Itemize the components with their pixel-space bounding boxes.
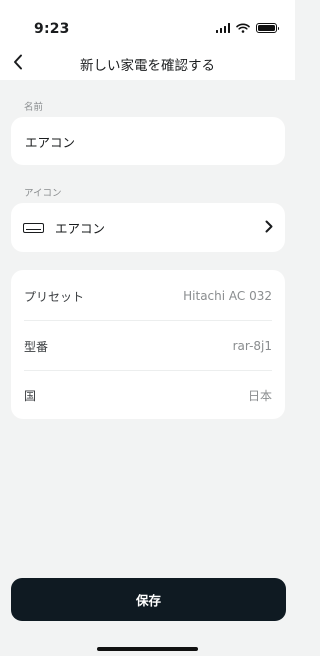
chevron-right-icon xyxy=(265,220,273,233)
detail-key: プリセット xyxy=(24,289,85,304)
detail-value: Hitachi AC 032 xyxy=(183,289,272,303)
name-value: エアコン xyxy=(25,134,76,150)
status-time: 9:23 xyxy=(34,21,70,37)
detail-key: 国 xyxy=(24,388,37,403)
air-conditioner-icon xyxy=(23,222,44,233)
battery-icon xyxy=(256,23,279,33)
detail-key: 型番 xyxy=(24,339,49,354)
detail-row-model: 型番 rar-8j1 xyxy=(24,321,272,371)
details-card: プリセット Hitachi AC 032 型番 rar-8j1 国 日本 xyxy=(11,270,285,419)
detail-row-preset: プリセット Hitachi AC 032 xyxy=(24,271,272,321)
page-title: 新しい家電を確認する xyxy=(80,58,215,74)
icon-value: エアコン xyxy=(55,221,106,236)
icon-section-label: アイコン xyxy=(24,188,62,199)
wifi-icon xyxy=(236,23,250,33)
cellular-signal-icon xyxy=(215,23,230,33)
detail-value: 日本 xyxy=(247,388,272,403)
top-bar: 9:23 新しい家電を確認する xyxy=(0,0,295,80)
icon-selector[interactable]: エアコン xyxy=(11,203,285,252)
detail-row-country: 国 日本 xyxy=(24,370,272,420)
status-icons xyxy=(215,23,279,33)
name-section-label: 名前 xyxy=(24,102,44,113)
save-button[interactable]: 保存 xyxy=(11,578,286,621)
name-field[interactable]: エアコン xyxy=(11,117,285,165)
home-indicator xyxy=(97,647,198,651)
screen: 9:23 新しい家電を確認する 名前 エアコン アイコン エアコン プリセット … xyxy=(0,0,295,656)
detail-value: rar-8j1 xyxy=(232,339,272,353)
